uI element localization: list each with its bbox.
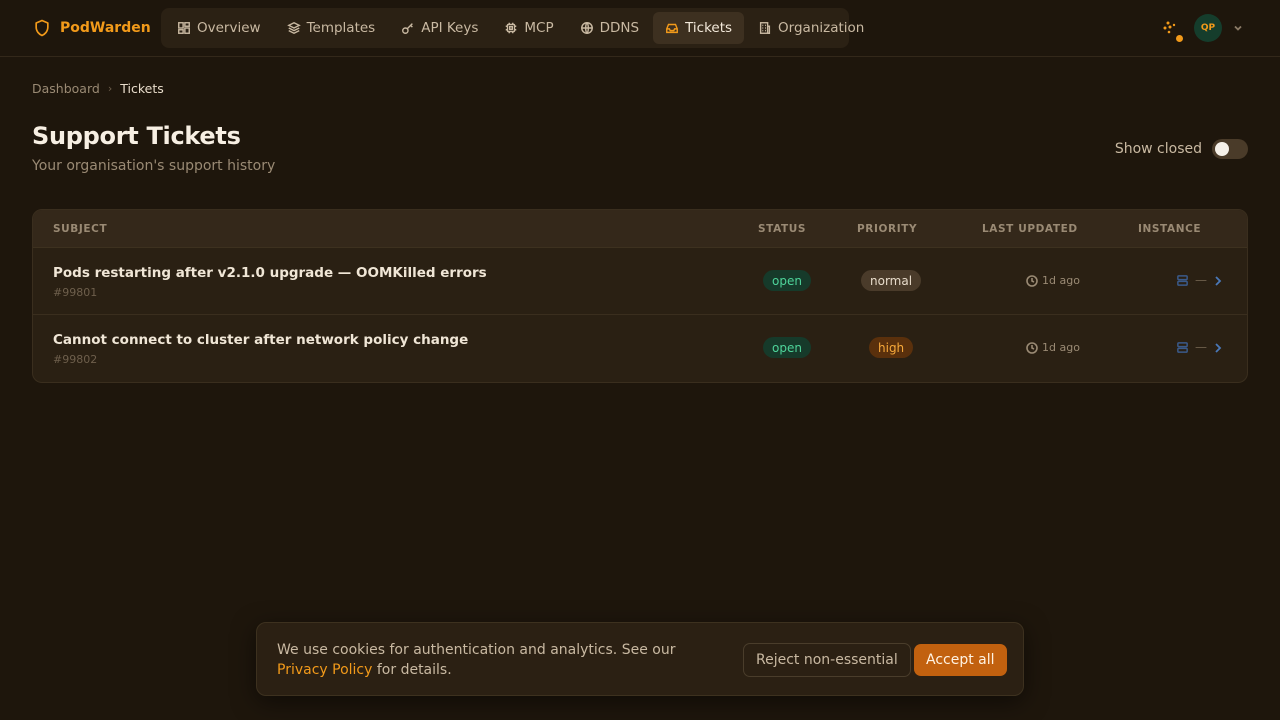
cookie-text-before: We use cookies for authentication and an… xyxy=(277,642,676,658)
user-area: QP xyxy=(1156,14,1244,42)
building-icon xyxy=(759,22,771,34)
avatar[interactable]: QP xyxy=(1194,14,1222,42)
header-subject: SUBJECT xyxy=(53,223,108,235)
chevron-right-icon[interactable] xyxy=(1211,274,1225,288)
brand-name: PodWarden xyxy=(60,20,151,36)
layers-icon xyxy=(286,21,301,35)
status-badge: open xyxy=(763,337,811,358)
last-updated-text: 1d ago xyxy=(1042,341,1080,354)
header-last-updated: LAST UPDATED xyxy=(982,223,1078,235)
cookie-banner: We use cookies for authentication and an… xyxy=(256,622,1024,696)
grid-icon xyxy=(178,22,190,34)
clock-icon xyxy=(1026,341,1038,354)
instance-value: — xyxy=(1195,340,1207,354)
server-icon xyxy=(1177,341,1188,353)
show-closed-toggle[interactable] xyxy=(1212,139,1248,159)
last-updated: 1d ago xyxy=(1026,341,1080,354)
breadcrumb: Dashboard › Tickets xyxy=(32,81,164,96)
header-priority: PRIORITY xyxy=(857,223,918,235)
toggle-knob xyxy=(1215,142,1229,156)
nav-item-label: Templates xyxy=(306,20,376,36)
page-title: Support Tickets xyxy=(32,122,241,150)
accept-cookies-button[interactable]: Accept all xyxy=(914,644,1007,676)
nav-item-overview[interactable]: Overview xyxy=(165,12,273,44)
nav-item-templates[interactable]: Templates xyxy=(275,12,388,44)
nav-item-ddns[interactable]: DDNS xyxy=(568,12,651,44)
instance-value: — xyxy=(1195,273,1207,287)
nav-item-label: MCP xyxy=(524,20,554,36)
header-status: STATUS xyxy=(758,223,807,235)
breadcrumb-dashboard[interactable]: Dashboard xyxy=(32,81,100,96)
notifications-button[interactable] xyxy=(1156,14,1184,42)
notification-dot xyxy=(1176,35,1183,42)
globe-icon xyxy=(580,22,593,34)
breadcrumb-current: Tickets xyxy=(120,81,164,96)
cookie-text-after: for details. xyxy=(372,662,452,678)
nav-item-organization[interactable]: Organization xyxy=(746,12,876,44)
brand-logo[interactable]: PodWarden xyxy=(32,17,151,39)
page-subtitle: Your organisation's support history xyxy=(32,158,276,174)
ticket-subject[interactable]: Pods restarting after v2.1.0 upgrade — O… xyxy=(53,265,487,281)
table-row[interactable]: Pods restarting after v2.1.0 upgrade — O… xyxy=(33,248,1247,315)
cookie-text: We use cookies for authentication and an… xyxy=(277,640,717,680)
last-updated-text: 1d ago xyxy=(1042,274,1080,287)
nav-item-label: Overview xyxy=(197,20,261,36)
instance-cell: — xyxy=(1176,340,1207,354)
priority-badge: normal xyxy=(861,270,922,291)
show-closed-control: Show closed xyxy=(1115,139,1248,159)
server-icon xyxy=(1177,274,1188,286)
sparkle-icon xyxy=(1163,21,1176,34)
clock-icon xyxy=(1026,274,1038,287)
privacy-policy-link[interactable]: Privacy Policy xyxy=(277,662,372,678)
chevron-right-icon[interactable] xyxy=(1211,341,1225,355)
nav-item-api-keys[interactable]: API Keys xyxy=(389,12,490,44)
tickets-table: SUBJECT STATUS PRIORITY LAST UPDATED INS… xyxy=(32,209,1248,383)
main-nav: Overview Templates API Keys MCP DDNS Tic… xyxy=(161,8,864,48)
inbox-icon xyxy=(666,23,679,34)
ticket-id: #99801 xyxy=(53,286,98,299)
header-instance: INSTANCE xyxy=(1138,223,1202,235)
chevron-down-icon[interactable] xyxy=(1232,22,1244,34)
last-updated: 1d ago xyxy=(1026,274,1080,287)
shield-icon xyxy=(35,19,49,37)
show-closed-label: Show closed xyxy=(1114,141,1202,157)
nav-item-label: DDNS xyxy=(599,20,640,36)
top-bar: PodWarden Overview Templates API Keys MC… xyxy=(0,0,1280,57)
reject-cookies-button[interactable]: Reject non-essential xyxy=(743,643,911,677)
status-badge: open xyxy=(763,270,811,291)
ticket-id: #99802 xyxy=(53,353,98,366)
chevron-right-icon: › xyxy=(107,82,113,95)
nav-item-label: Tickets xyxy=(685,20,733,36)
table-header: SUBJECT STATUS PRIORITY LAST UPDATED INS… xyxy=(33,210,1247,248)
instance-cell: — xyxy=(1176,273,1207,287)
ticket-subject[interactable]: Cannot connect to cluster after network … xyxy=(53,332,468,348)
nav-item-mcp[interactable]: MCP xyxy=(492,12,565,44)
table-row[interactable]: Cannot connect to cluster after network … xyxy=(33,315,1247,382)
priority-badge: high xyxy=(869,337,914,358)
nav-item-label: Organization xyxy=(778,20,865,36)
key-icon xyxy=(402,23,414,34)
nav-item-label: API Keys xyxy=(421,20,479,36)
chip-icon xyxy=(506,22,517,34)
nav-item-tickets[interactable]: Tickets xyxy=(653,12,745,44)
